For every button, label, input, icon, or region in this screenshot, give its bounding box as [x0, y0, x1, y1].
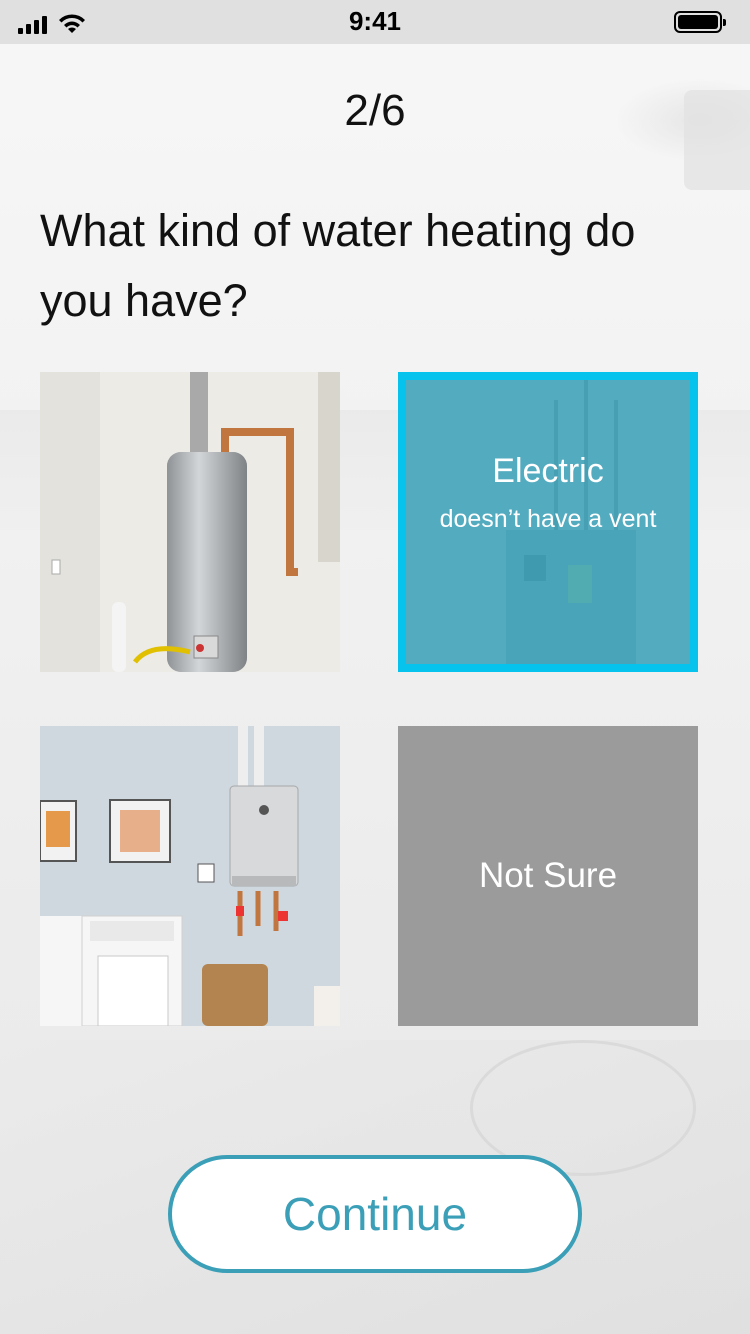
option-tankless-water-heater[interactable]	[40, 726, 340, 1026]
step-progress: 2/6	[344, 86, 406, 135]
option-electric-title: Electric	[492, 452, 604, 490]
question-title: What kind of water heating do you have?	[40, 205, 636, 326]
electric-overlay: Electric doesn’t have a vent	[406, 380, 690, 664]
battery-icon	[674, 11, 726, 33]
option-electric[interactable]: Electric doesn’t have a vent	[398, 372, 698, 672]
status-time: 9:41	[348, 6, 402, 36]
status-bar: 9:41	[0, 0, 750, 44]
tank-water-heater-image	[40, 372, 340, 672]
tankless-water-heater-image	[40, 726, 340, 1026]
option-tank-water-heater[interactable]	[40, 372, 340, 672]
continue-button[interactable]: Continue	[168, 1155, 582, 1273]
option-not-sure[interactable]: Not Sure	[398, 726, 698, 1026]
option-electric-subtitle: doesn’t have a vent	[439, 505, 657, 533]
option-not-sure-label: Not Sure	[478, 856, 618, 895]
